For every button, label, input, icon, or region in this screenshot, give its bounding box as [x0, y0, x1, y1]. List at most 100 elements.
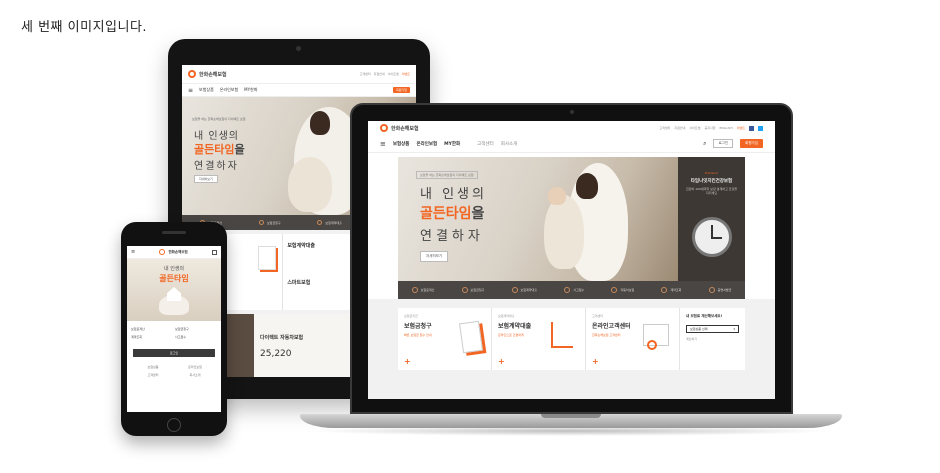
baby-figure — [288, 157, 332, 212]
product-select[interactable]: 보험상품 선택 ▾ — [686, 325, 739, 333]
menu-icon[interactable]: ≡ — [188, 87, 193, 94]
laptop-card[interactable]: 고객센터 온라인고객센터 한화손해보험 고객센터 + — [586, 308, 680, 370]
quick-label: 보험금청구 — [470, 288, 485, 292]
tablet-hero-cta[interactable]: 자세히보기 — [194, 175, 218, 183]
phone-sub-item[interactable]: 온라인보험 — [175, 365, 215, 369]
nav-item[interactable]: MY한화 — [244, 87, 257, 93]
tablet-camera — [296, 46, 301, 51]
laptop-card[interactable]: 보험금지급 보험금청구 빠른 보험금 접수 안내 + — [398, 308, 492, 370]
laptop-logo[interactable]: 한화손해보험 — [380, 124, 419, 132]
laptop-utility-bar: 한화손해보험 고객센터 지점안내 사이트맵 공지사항 ENGLISH 이벤트 — [368, 121, 775, 135]
phone-grid-item[interactable]: 사고접수 — [175, 335, 217, 339]
phone-grid-item[interactable]: 보험료계산 — [131, 327, 173, 331]
laptop-hero-cta[interactable]: 자세히보기 — [420, 251, 449, 262]
quick-label: 보험금청구 — [266, 220, 281, 225]
phone-sub-item[interactable]: 회사소개 — [175, 373, 215, 377]
plus-icon[interactable]: + — [404, 357, 411, 366]
phone-grid-item[interactable]: 계약조회 — [131, 335, 173, 339]
quick-label: 증명서발급 — [717, 288, 732, 292]
nav-item[interactable]: 보험상품 — [393, 141, 410, 147]
utility-link[interactable]: 고객센터 — [659, 126, 670, 130]
tablet-hero-line3: 연결하자 — [194, 161, 239, 172]
twitter-icon[interactable] — [758, 125, 763, 131]
utility-link[interactable]: ENGLISH — [720, 126, 733, 130]
certificate-icon — [708, 287, 715, 293]
quick-item[interactable]: 계약조회 — [661, 287, 681, 293]
facebook-icon[interactable] — [749, 125, 754, 131]
document-icon — [258, 246, 277, 270]
tablet-join-button[interactable]: 회원가입 — [392, 87, 410, 93]
tablet-logo[interactable]: 한화손해보험 — [188, 70, 227, 78]
utility-link[interactable]: 지점안내 — [674, 126, 685, 130]
laptop-cards-area: 보험금지급 보험금청구 빠른 보험금 접수 안내 + 보험계약대출 보험계약대출… — [368, 299, 775, 399]
laptop-screen: 한화손해보험 고객센터 지점안내 사이트맵 공지사항 ENGLISH 이벤트 ≡… — [368, 121, 775, 399]
menu-icon[interactable]: ≡ — [131, 249, 135, 255]
laptop-hero-tagline: 보험을 하는 한화손해보험의 다이렉트 보험 — [416, 171, 478, 179]
clock-hand-hour — [712, 237, 722, 239]
quick-item[interactable]: 보험금청구 — [258, 220, 281, 225]
quick-item[interactable]: 사고접수 — [564, 287, 584, 293]
utility-link-event[interactable]: 이벤트 — [402, 72, 410, 76]
mother-hair — [576, 173, 598, 199]
laptop-camera — [570, 110, 574, 114]
laptop-hero-line1: 내 인생의 — [420, 187, 487, 202]
nav-item[interactable]: 온라인보험 — [416, 141, 437, 147]
chevron-down-icon: ▾ — [733, 327, 735, 331]
tablet-utility-nav: 고객센터 지점안내 사이트맵 이벤트 — [360, 72, 410, 76]
join-button[interactable]: 회원가입 — [740, 139, 763, 148]
phone-hero: 내 인생의 골든타임 — [127, 259, 221, 321]
phone-sub-item[interactable]: 보험상품 — [133, 365, 173, 369]
phone-login-button[interactable]: 로그인 — [133, 349, 215, 357]
phone-header: ≡ 한화손해보험 — [127, 246, 221, 259]
laptop-utility-nav: 고객센터 지점안내 사이트맵 공지사항 ENGLISH 이벤트 — [659, 125, 763, 131]
hero-suffix: 을 — [234, 143, 245, 156]
claim-icon — [461, 287, 468, 293]
quick-label: 보험료계산 — [420, 288, 435, 292]
utility-link[interactable]: 사이트맵 — [689, 126, 700, 130]
phone-grid-item[interactable]: 보험금청구 — [175, 327, 217, 331]
quick-item[interactable]: 자동차보험 — [611, 287, 634, 293]
hero-highlight: 골든타임 — [420, 206, 472, 222]
utility-link[interactable]: 공지사항 — [704, 126, 715, 130]
side-banner[interactable]: Premium 타임나잇지킨건강보험 진단비 100세까지 보장 설계하고 건강… — [678, 157, 745, 281]
laptop-notch — [541, 414, 601, 418]
search-icon[interactable]: ⌕ — [703, 140, 706, 148]
user-icon[interactable] — [212, 249, 217, 255]
menu-icon[interactable]: ≡ — [380, 140, 386, 148]
utility-link[interactable]: 고객센터 — [360, 72, 371, 76]
nav-item[interactable]: MY한화 — [444, 141, 460, 147]
card-tag: 보험금지급 — [404, 314, 418, 318]
utility-link[interactable]: 지점안내 — [374, 72, 385, 76]
login-button[interactable]: 로그인 — [713, 139, 734, 148]
phone-sub-grid: 보험상품 온라인보험 고객센터 회사소개 — [127, 361, 221, 381]
banner-title: 타임나잇지킨건강보험 — [690, 179, 733, 184]
plus-icon[interactable]: + — [592, 357, 599, 366]
utility-link-event[interactable]: 이벤트 — [737, 126, 745, 130]
quick-item[interactable]: 보험계약대출 — [511, 287, 537, 293]
tablet-header: 한화손해보험 고객센터 지점안내 사이트맵 이벤트 — [182, 65, 416, 84]
quick-item[interactable]: 증명서발급 — [708, 287, 732, 293]
nav-sub-item[interactable]: 회사소개 — [501, 141, 518, 147]
calculator-icon — [411, 287, 418, 293]
phone-logo[interactable]: 한화손해보험 — [159, 249, 188, 255]
laptop-card[interactable]: 보험계약대출 보험계약대출 온라인으로 간편하게 + — [492, 308, 586, 370]
calculate-button[interactable]: 계산하기 — [686, 337, 739, 341]
quick-item[interactable]: 보험금청구 — [461, 287, 485, 293]
phone-logo-text: 한화손해보험 — [168, 249, 188, 254]
calculator-widget: 내 보험료 계산해보세요! 보험상품 선택 ▾ 계산하기 — [680, 308, 745, 370]
nav-item[interactable]: 보험상품 — [199, 87, 214, 93]
accident-icon — [564, 287, 571, 293]
logo-icon — [188, 70, 196, 78]
document-icon — [459, 320, 483, 354]
logo-icon — [380, 124, 388, 132]
nav-item[interactable]: 온라인보험 — [220, 87, 238, 93]
utility-link[interactable]: 사이트맵 — [388, 72, 399, 76]
tablet-hero-tagline: 보험을 하는 한화손해보험의 다이렉트 보험 — [192, 117, 246, 121]
banner-desc: 진단비 100세까지 보장 설계하고 건강을 지키세요 — [686, 187, 737, 195]
laptop-quick-menu: 보험료계산 보험금청구 보험계약대출 사고접수 자동차보험 계약조회 증명서발급 — [398, 281, 745, 299]
plus-icon[interactable]: + — [498, 357, 505, 366]
quick-item[interactable]: 보험계약대출 — [317, 220, 342, 225]
quick-item[interactable]: 보험료계산 — [411, 287, 435, 293]
phone-sub-item[interactable]: 고객센터 — [133, 373, 173, 377]
nav-sub-item[interactable]: 고객센터 — [477, 141, 494, 147]
